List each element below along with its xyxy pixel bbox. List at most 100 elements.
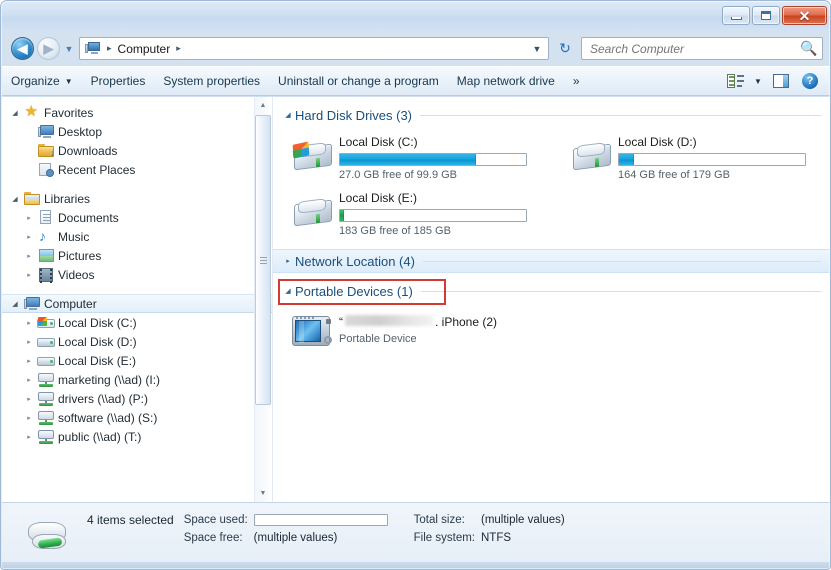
sidebar-item-local-disk-d[interactable]: ▸ Local Disk (D:) [2, 332, 272, 351]
portable-device-icon [287, 313, 339, 349]
desktop-icon [36, 124, 56, 139]
close-button[interactable]: ✕ [782, 6, 827, 25]
help-icon: ? [802, 73, 818, 89]
sidebar-item-recent-places[interactable]: Recent Places [2, 160, 272, 179]
overflow-chevrons-icon: » [572, 74, 580, 88]
history-dropdown-button[interactable]: ▼ [63, 43, 75, 55]
expander-icon[interactable]: ▸ [22, 433, 36, 441]
expander-icon[interactable]: ◢ [281, 287, 295, 295]
explorer-body: ◢ ★ Favorites Desktop ↓ Downloads Recent… [2, 97, 830, 502]
uninstall-change-program-button[interactable]: Uninstall or change a program [269, 70, 448, 92]
expander-icon[interactable]: ▸ [22, 357, 36, 365]
uninstall-label: Uninstall or change a program [278, 74, 439, 88]
help-button[interactable]: ? [797, 70, 823, 92]
search-icon[interactable]: 🔍 [796, 40, 822, 57]
document-icon [36, 210, 56, 225]
recent-places-icon [36, 162, 56, 177]
back-button[interactable]: ◀ [11, 37, 34, 60]
group-header-hard-disk-drives[interactable]: ◢ Hard Disk Drives (3) [273, 103, 830, 127]
system-properties-button[interactable]: System properties [154, 70, 269, 92]
view-layout-icon [726, 74, 744, 88]
capacity-fill-d [619, 154, 634, 165]
sidebar-label-pictures: Pictures [58, 248, 102, 263]
file-list-pane[interactable]: ◢ Hard Disk Drives (3) Local Disk (C:) 2… [273, 97, 830, 502]
expander-icon[interactable]: ▸ [22, 376, 36, 384]
search-box[interactable]: 🔍 [581, 37, 823, 60]
music-icon: ♪ [39, 228, 46, 244]
expander-icon[interactable]: ▸ [22, 319, 36, 327]
sidebar-item-music[interactable]: ▸ ♪ Music [2, 227, 272, 246]
sidebar-item-pictures[interactable]: ▸ Pictures [2, 246, 272, 265]
expander-icon[interactable]: ◢ [8, 195, 22, 203]
address-bar[interactable]: ▸ Computer ▸ ▼ [79, 37, 549, 60]
properties-button[interactable]: Properties [82, 70, 155, 92]
sidebar-group-favorites[interactable]: ◢ ★ Favorites [2, 103, 272, 122]
sidebar-label-music: Music [58, 229, 90, 244]
expander-icon[interactable]: ▸ [22, 214, 36, 222]
device-tile-row: “ . iPhone (2) Portable Device [273, 307, 830, 351]
maximize-button[interactable] [752, 6, 780, 25]
show-preview-pane-button[interactable] [768, 70, 794, 92]
sidebar-item-public-drive[interactable]: ▸ public (\\ad) (T:) [2, 427, 272, 446]
drive-tile-local-disk-c[interactable]: Local Disk (C:) 27.0 GB free of 99.9 GB [273, 127, 552, 183]
scrollbar-thumb[interactable] [255, 115, 271, 405]
close-icon: ✕ [798, 7, 811, 24]
sidebar-group-computer[interactable]: ◢ Computer [2, 294, 272, 313]
sidebar-label-software-drive: software (\\ad) (S:) [58, 410, 158, 425]
drive-usage-d: 164 GB free of 179 GB [618, 169, 730, 181]
minimize-button[interactable] [722, 6, 750, 25]
expander-icon[interactable]: ▸ [22, 395, 36, 403]
sidebar-item-drivers-drive[interactable]: ▸ drivers (\\ad) (P:) [2, 389, 272, 408]
expander-icon[interactable]: ▸ [22, 252, 36, 260]
breadcrumb-computer[interactable]: Computer [116, 42, 173, 56]
expander-icon[interactable]: ▸ [22, 233, 36, 241]
search-input[interactable] [582, 40, 796, 57]
map-network-drive-button[interactable]: Map network drive [448, 70, 564, 92]
sidebar-item-downloads[interactable]: ↓ Downloads [2, 141, 272, 160]
navigation-pane[interactable]: ◢ ★ Favorites Desktop ↓ Downloads Recent… [2, 97, 273, 502]
breadcrumb-separator-icon-2[interactable]: ▸ [172, 43, 185, 54]
drive-tile-local-disk-e[interactable]: Local Disk (E:) 183 GB free of 185 GB [273, 183, 573, 239]
organize-button[interactable]: Organize ▼ [2, 70, 82, 92]
network-drive-icon [36, 372, 56, 387]
scroll-down-button[interactable]: ▼ [255, 485, 271, 502]
sidebar-item-local-disk-e[interactable]: ▸ Local Disk (E:) [2, 351, 272, 370]
window-resize-strip[interactable] [2, 562, 830, 569]
sidebar-label-recent-places: Recent Places [58, 162, 136, 177]
sidebar-item-documents[interactable]: ▸ Documents [2, 208, 272, 227]
group-header-portable-devices[interactable]: ◢ Portable Devices (1) [273, 279, 830, 303]
expander-icon[interactable]: ▸ [22, 271, 36, 279]
address-dropdown-button[interactable]: ▼ [528, 38, 546, 59]
scroll-up-button[interactable]: ▲ [255, 97, 271, 114]
group-header-network-location[interactable]: ▸ Network Location (4) [273, 249, 830, 273]
breadcrumb-separator-icon: ▸ [107, 43, 112, 53]
sidebar-item-local-disk-c[interactable]: ▸ Local Disk (C:) [2, 313, 272, 332]
back-arrow-icon: ◀ [17, 41, 28, 56]
details-pane: 4 items selected Space used: Total size:… [2, 502, 830, 564]
expander-icon[interactable]: ◢ [281, 111, 295, 119]
sidebar-item-videos[interactable]: ▸ Videos [2, 265, 272, 284]
space-used-meter [253, 514, 388, 526]
change-view-dropdown[interactable]: ▼ [751, 70, 765, 92]
sidebar-item-desktop[interactable]: Desktop [2, 122, 272, 141]
video-icon [36, 267, 56, 283]
expander-icon[interactable]: ◢ [8, 109, 22, 117]
drive-icon [566, 133, 618, 181]
drive-name-d: Local Disk (D:) [618, 135, 697, 149]
forward-button[interactable]: ▶ [37, 37, 60, 60]
sidebar-item-software-drive[interactable]: ▸ software (\\ad) (S:) [2, 408, 272, 427]
drive-tile-local-disk-d[interactable]: Local Disk (D:) 164 GB free of 179 GB [552, 127, 830, 183]
sidebar-group-libraries[interactable]: ◢ Libraries [2, 189, 272, 208]
change-view-button[interactable] [722, 70, 748, 92]
sidebar-scrollbar[interactable]: ▲ ▼ [254, 97, 271, 502]
refresh-button[interactable]: ↻ [553, 37, 577, 60]
downloads-folder-icon: ↓ [36, 144, 56, 159]
expander-icon[interactable]: ▸ [281, 257, 295, 265]
expander-icon[interactable]: ▸ [22, 338, 36, 346]
expander-icon[interactable]: ▸ [22, 414, 36, 422]
sidebar-item-marketing-drive[interactable]: ▸ marketing (\\ad) (I:) [2, 370, 272, 389]
toolbar-overflow-button[interactable]: » [564, 70, 589, 92]
expander-icon[interactable]: ◢ [8, 300, 22, 308]
sidebar-label-videos: Videos [58, 267, 95, 282]
device-tile-iphone[interactable]: “ . iPhone (2) Portable Device [273, 307, 573, 351]
